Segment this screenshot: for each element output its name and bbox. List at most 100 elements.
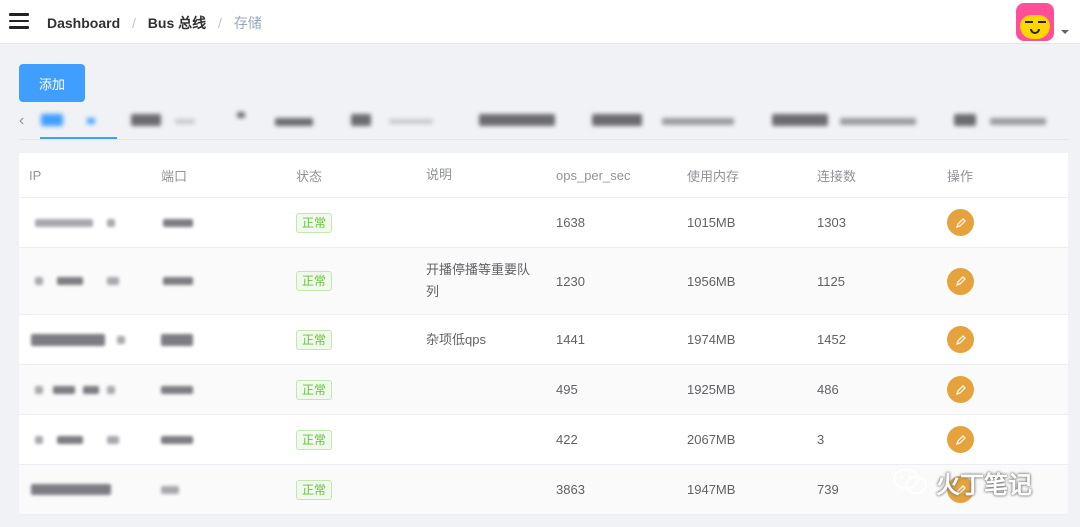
breadcrumb-storage: 存储 <box>233 15 262 31</box>
status-badge: 正常 <box>296 271 333 291</box>
redacted-tab-label <box>772 114 828 126</box>
redacted-port <box>161 315 271 364</box>
redacted-text <box>57 277 83 285</box>
redacted-text <box>31 333 105 346</box>
redacted-ip <box>29 415 149 464</box>
tab-item[interactable] <box>592 106 742 139</box>
edit-button[interactable] <box>947 326 974 353</box>
redacted-tab-label <box>592 114 642 126</box>
redacted-tab-label <box>237 112 245 118</box>
column-header-actions: 操作 <box>947 168 974 184</box>
row-description <box>426 198 541 247</box>
tab-item[interactable] <box>479 106 559 139</box>
column-header-description: 说明 <box>426 167 453 182</box>
redacted-text <box>161 333 193 346</box>
edit-icon <box>955 217 966 228</box>
column-header-connections: 连接数 <box>817 168 857 184</box>
row-ops-per-sec: 422 <box>556 432 578 447</box>
redacted-text <box>117 335 125 344</box>
tab-bar: ‹ <box>19 106 1069 140</box>
redacted-text <box>107 218 115 227</box>
redacted-port <box>161 365 271 414</box>
tab-item[interactable] <box>131 106 211 139</box>
tab-item[interactable] <box>772 106 922 139</box>
redacted-text <box>35 385 43 394</box>
tab-active[interactable] <box>41 106 119 139</box>
edit-button[interactable] <box>947 267 974 295</box>
redacted-text <box>53 385 75 394</box>
row-description: 杂项低qps <box>426 331 486 347</box>
edit-icon <box>955 334 966 345</box>
watermark: 火丁笔记 <box>892 462 1032 502</box>
edit-button[interactable] <box>947 426 974 453</box>
redacted-text <box>57 435 83 444</box>
row-ops-per-sec: 1441 <box>556 332 585 347</box>
avatar-eye <box>1038 21 1046 23</box>
redacted-tab-label <box>351 114 371 126</box>
tab-item[interactable] <box>351 106 441 139</box>
tab-item[interactable] <box>954 106 1054 139</box>
redacted-text <box>83 385 99 394</box>
redacted-ip <box>29 198 149 247</box>
row-connections: 1452 <box>817 332 846 347</box>
redacted-text <box>35 435 43 444</box>
caret-down-icon[interactable] <box>1061 30 1069 34</box>
row-ops-per-sec: 3863 <box>556 482 585 497</box>
row-memory: 2067MB <box>687 432 736 447</box>
row-description: 开播停播等重要队列 <box>426 262 531 299</box>
column-header-status: 状态 <box>296 168 323 184</box>
tab-item[interactable] <box>237 106 317 139</box>
wechat-icon <box>893 468 927 494</box>
redacted-text <box>35 218 93 227</box>
row-connections: 486 <box>817 382 839 397</box>
redacted-text <box>107 385 115 394</box>
redacted-ip <box>29 365 149 414</box>
status-badge: 正常 <box>296 429 333 450</box>
row-description <box>426 415 541 464</box>
row-connections: 3 <box>817 432 825 447</box>
chevron-left-icon[interactable]: ‹ <box>19 112 24 130</box>
breadcrumb-separator: / <box>218 15 222 31</box>
breadcrumb-bus[interactable]: Bus 总线 <box>148 15 206 31</box>
status-badge: 正常 <box>296 212 333 233</box>
redis-instance-table: IP 端口 状态 说明 ops_per_sec 使用内存 连接数 操作 正常 1… <box>19 153 1068 515</box>
avatar-face <box>1020 15 1050 39</box>
redacted-ip <box>29 248 149 314</box>
user-avatar[interactable] <box>1016 3 1054 41</box>
add-button[interactable]: 添加 <box>19 64 85 102</box>
row-description <box>426 465 541 514</box>
redacted-text <box>163 277 193 285</box>
redacted-port <box>161 415 271 464</box>
edit-icon <box>955 276 966 286</box>
redacted-ip <box>29 315 149 364</box>
row-memory: 1947MB <box>687 482 736 497</box>
table-row: 正常 495 1925MB 486 <box>19 365 1068 415</box>
table-row: 正常 422 2067MB 3 <box>19 415 1068 465</box>
status-badge: 正常 <box>296 379 333 400</box>
tab-active-indicator <box>40 137 117 139</box>
redacted-text <box>163 218 193 227</box>
edit-button[interactable] <box>947 376 974 403</box>
redacted-text <box>107 277 119 285</box>
redacted-ip <box>29 465 149 514</box>
table-header: IP 端口 状态 说明 ops_per_sec 使用内存 连接数 操作 <box>19 153 1068 198</box>
row-ops-per-sec: 1638 <box>556 215 585 230</box>
redacted-tab-label <box>990 118 1046 125</box>
row-memory: 1974MB <box>687 332 736 347</box>
redacted-text <box>161 385 193 394</box>
redacted-tab-label <box>87 118 95 124</box>
row-memory: 1956MB <box>687 273 736 289</box>
redacted-port <box>161 248 271 314</box>
redacted-tab-label <box>479 114 555 126</box>
redacted-tab-label <box>840 118 916 125</box>
redacted-text <box>161 485 179 494</box>
watermark-text: 火丁笔记 <box>936 471 1032 499</box>
table-row: 正常 杂项低qps 1441 1974MB 1452 <box>19 315 1068 365</box>
hamburger-menu-icon[interactable] <box>9 13 29 29</box>
breadcrumb-dashboard[interactable]: Dashboard <box>47 15 120 31</box>
redacted-tab-label <box>389 119 433 124</box>
edit-button[interactable] <box>947 209 974 236</box>
redacted-tab-label <box>275 118 313 126</box>
edit-icon <box>955 434 966 445</box>
column-header-port: 端口 <box>161 168 188 184</box>
